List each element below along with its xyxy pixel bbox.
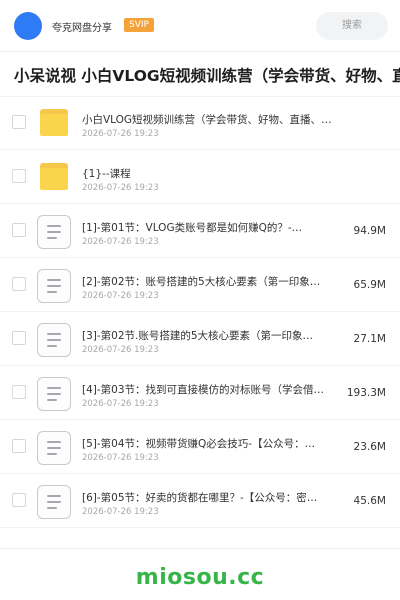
avatar[interactable]: [14, 12, 42, 40]
document-icon: [37, 485, 71, 519]
brand-watermark: miosou.cc: [135, 565, 265, 590]
select-checkbox[interactable]: [12, 223, 26, 237]
file-name[interactable]: 小白VLOG短视频训练营（学会带货、好物、直播、中…: [82, 112, 334, 127]
file-date: 2026-07-26 19:23: [82, 237, 159, 247]
file-name[interactable]: [1]-第01节：VLOG类账号都是如何赚Q的？-…: [82, 220, 334, 235]
file-row[interactable]: [4]-第03节：找到可直接模仿的对标账号（学会借… 2026-07-26 19:…: [0, 366, 400, 420]
select-checkbox[interactable]: [12, 115, 26, 129]
file-row[interactable]: [2]-第02节：账号搭建的5大核心要素（第一印象… 2026-07-26 19:…: [0, 258, 400, 312]
page-title: 小呆说视 小白VLOG短视频训练营（学会带货、好物、直播: [14, 67, 400, 85]
file-date: 2026-07-26 19:23: [82, 345, 159, 355]
file-date: 2026-07-26 19:23: [82, 507, 159, 517]
select-checkbox[interactable]: [12, 439, 26, 453]
document-icon: [37, 269, 71, 303]
file-row[interactable]: [5]-第04节：视频带货赚Q必会技巧-【公众号：… 2026-07-26 19:…: [0, 420, 400, 474]
top-bar: 夸克网盘分享 SVIP 搜索: [0, 0, 400, 52]
document-icon: [37, 215, 71, 249]
file-size: 193.3M: [346, 387, 386, 399]
file-date: 2026-07-26 19:23: [82, 291, 159, 301]
file-size: 23.6M: [353, 441, 386, 453]
footer: miosou.cc: [0, 548, 400, 600]
file-list: 小白VLOG短视频训练营（学会带货、好物、直播、中… 2026-07-26 19:…: [0, 96, 400, 528]
file-date: 2026-07-26 19:23: [82, 399, 159, 409]
file-name[interactable]: [2]-第02节：账号搭建的5大核心要素（第一印象…: [82, 274, 334, 289]
owner-name: 夸克网盘分享: [52, 23, 112, 34]
file-row[interactable]: {1}--课程 2026-07-26 19:23: [0, 150, 400, 204]
file-name[interactable]: [6]-第05节：好卖的货都在哪里？-【公众号：密…: [82, 490, 334, 505]
file-date: 2026-07-26 19:23: [82, 183, 159, 193]
file-name[interactable]: [4]-第03节：找到可直接模仿的对标账号（学会借…: [82, 382, 334, 397]
file-row[interactable]: [6]-第05节：好卖的货都在哪里？-【公众号：密… 2026-07-26 19:…: [0, 474, 400, 528]
file-size: 65.9M: [353, 279, 386, 291]
select-checkbox[interactable]: [12, 169, 26, 183]
folder-icon: [38, 162, 70, 194]
document-icon: [37, 377, 71, 411]
file-name[interactable]: {1}--课程: [82, 166, 334, 181]
svip-badge: SVIP: [124, 18, 154, 32]
document-icon: [37, 431, 71, 465]
file-name[interactable]: [3]-第02节.账号搭建的5大核心要素（第一印象…: [82, 328, 334, 343]
select-checkbox[interactable]: [12, 277, 26, 291]
select-checkbox[interactable]: [12, 493, 26, 507]
file-row[interactable]: [3]-第02节.账号搭建的5大核心要素（第一印象… 2026-07-26 19:…: [0, 312, 400, 366]
folder-icon: [38, 108, 70, 140]
file-size: 94.9M: [353, 225, 386, 237]
file-name[interactable]: [5]-第04节：视频带货赚Q必会技巧-【公众号：…: [82, 436, 334, 451]
file-row[interactable]: 小白VLOG短视频训练营（学会带货、好物、直播、中… 2026-07-26 19:…: [0, 96, 400, 150]
select-checkbox[interactable]: [12, 385, 26, 399]
file-size: 45.6M: [353, 495, 386, 507]
file-row[interactable]: [1]-第01节：VLOG类账号都是如何赚Q的？-… 2026-07-26 19:…: [0, 204, 400, 258]
document-icon: [37, 323, 71, 357]
file-date: 2026-07-26 19:23: [82, 129, 159, 139]
search-button[interactable]: 搜索: [316, 12, 388, 40]
select-checkbox[interactable]: [12, 331, 26, 345]
file-date: 2026-07-26 19:23: [82, 453, 159, 463]
file-size: 27.1M: [353, 333, 386, 345]
